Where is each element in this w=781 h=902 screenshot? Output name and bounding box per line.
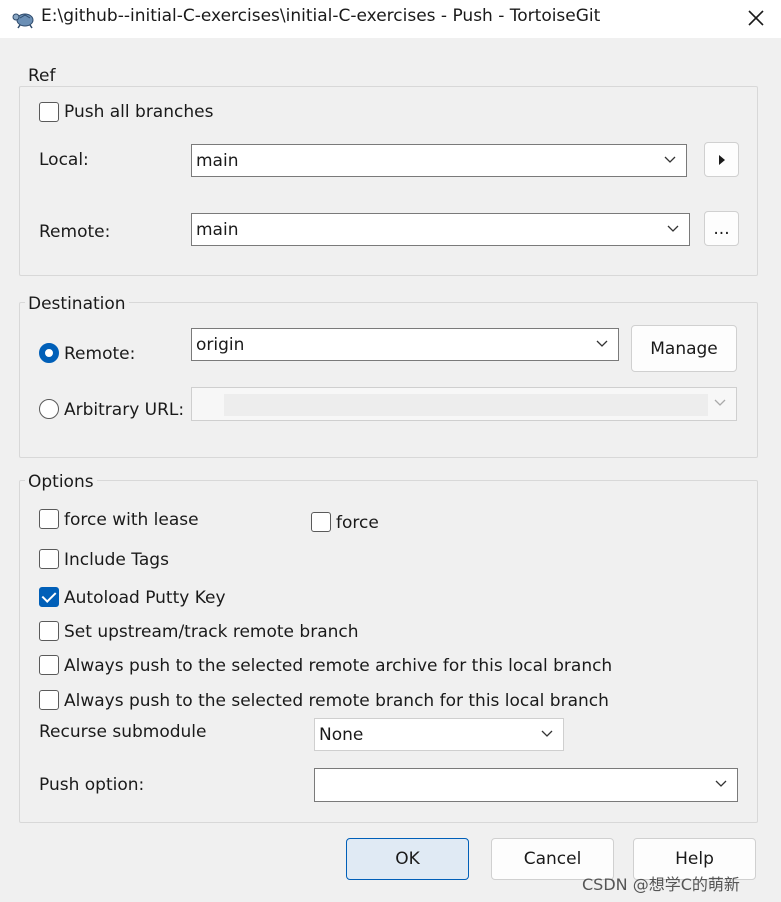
include-tags-checkbox[interactable]: [39, 549, 59, 569]
manage-button[interactable]: Manage: [631, 325, 737, 372]
always-push-archive-checkbox[interactable]: [39, 655, 59, 675]
push-all-branches-checkbox[interactable]: [39, 102, 59, 122]
ok-label: OK: [395, 849, 420, 869]
remote-branch-combo[interactable]: main: [191, 213, 690, 246]
ref-remote-label: Remote:: [39, 222, 111, 242]
remote-branch-browse-button[interactable]: ...: [704, 211, 739, 246]
push-all-branches-label: Push all branches: [64, 102, 214, 122]
push-option-label: Push option:: [39, 775, 145, 795]
always-push-branch-checkbox[interactable]: [39, 690, 59, 710]
cancel-label: Cancel: [523, 849, 582, 869]
always-push-archive-label: Always push to the selected remote archi…: [64, 656, 613, 676]
arbitrary-url-label: Arbitrary URL:: [64, 400, 185, 420]
recurse-submodule-label: Recurse submodule: [39, 722, 207, 742]
chevron-down-icon: [715, 780, 727, 787]
manage-label: Manage: [650, 338, 718, 359]
remote-origin-value: origin: [196, 334, 245, 355]
remote-radio-label: Remote:: [64, 344, 136, 364]
include-tags-label: Include Tags: [64, 550, 169, 570]
local-branch-value: main: [196, 150, 239, 171]
chevron-down-icon: [596, 340, 608, 347]
force-with-lease-label: force with lease: [64, 510, 199, 530]
ref-group-label: Ref: [25, 66, 59, 86]
title-bar: E:\github--initial-C-exercises\initial-C…: [0, 0, 781, 38]
remote-branch-value: main: [196, 219, 239, 240]
chevron-down-icon: [541, 730, 553, 737]
local-branch-combo[interactable]: main: [191, 144, 687, 177]
help-label: Help: [675, 849, 714, 869]
chevron-down-icon: [714, 399, 726, 406]
watermark: CSDN @想学C的萌新: [582, 875, 740, 894]
options-group-label: Options: [25, 472, 97, 492]
remote-radio[interactable]: [39, 343, 59, 363]
arbitrary-url-combo[interactable]: [191, 387, 737, 421]
recurse-submodule-combo[interactable]: None: [314, 718, 564, 751]
arbitrary-url-field: [224, 394, 708, 416]
force-label: force: [336, 513, 379, 533]
autoload-putty-key-checkbox[interactable]: [39, 587, 59, 607]
always-push-branch-label: Always push to the selected remote branc…: [64, 691, 609, 711]
remote-origin-combo[interactable]: origin: [191, 328, 619, 361]
set-upstream-label: Set upstream/track remote branch: [64, 622, 359, 642]
local-branch-arrow-button[interactable]: [704, 142, 739, 177]
close-button[interactable]: [735, 0, 777, 36]
chevron-down-icon: [664, 156, 676, 163]
arbitrary-url-radio[interactable]: [39, 399, 59, 419]
play-right-icon: [718, 154, 725, 165]
chevron-down-icon: [667, 225, 679, 232]
force-checkbox[interactable]: [311, 512, 331, 532]
close-icon: [748, 10, 764, 26]
autoload-putty-key-label: Autoload Putty Key: [64, 588, 226, 608]
local-label: Local:: [39, 150, 89, 170]
force-with-lease-checkbox[interactable]: [39, 509, 59, 529]
destination-group-label: Destination: [25, 294, 129, 314]
tortoisegit-icon: [12, 13, 34, 29]
push-option-combo[interactable]: [314, 768, 738, 802]
set-upstream-checkbox[interactable]: [39, 621, 59, 641]
ok-button[interactable]: OK: [346, 838, 469, 880]
window-title: E:\github--initial-C-exercises\initial-C…: [41, 6, 601, 26]
recurse-submodule-value: None: [319, 724, 364, 745]
browse-label: ...: [713, 218, 730, 239]
